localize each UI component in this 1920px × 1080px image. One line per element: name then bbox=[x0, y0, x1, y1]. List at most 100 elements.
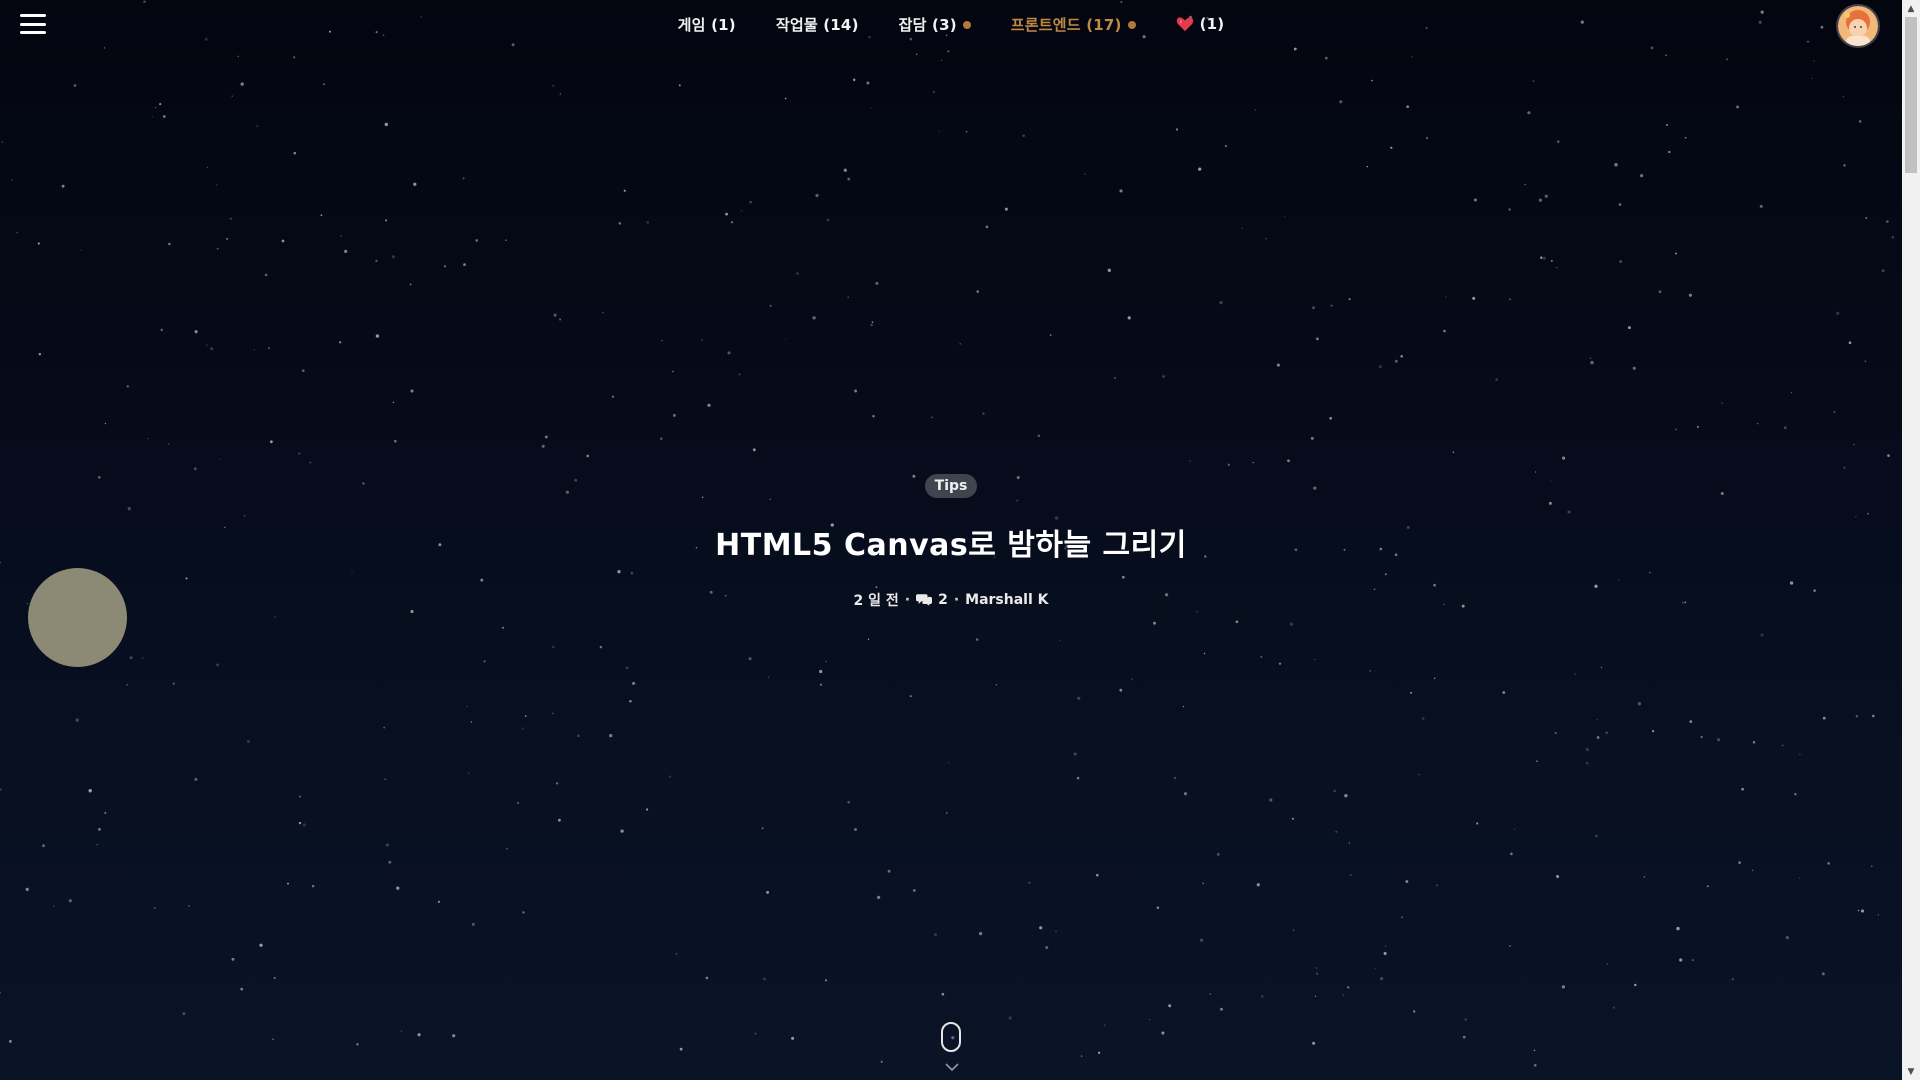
star bbox=[1813, 60, 1815, 62]
star bbox=[521, 727, 524, 730]
star bbox=[1161, 1031, 1165, 1035]
category-tag[interactable]: Tips bbox=[924, 474, 978, 498]
chevron-down-icon[interactable] bbox=[944, 1062, 960, 1072]
star bbox=[1509, 945, 1511, 947]
star bbox=[727, 351, 731, 355]
star bbox=[215, 184, 218, 186]
star bbox=[1235, 620, 1239, 624]
star bbox=[1574, 673, 1576, 675]
star bbox=[462, 177, 465, 180]
star bbox=[1618, 203, 1622, 206]
star bbox=[1675, 428, 1678, 431]
comment-icon bbox=[916, 594, 933, 606]
star bbox=[385, 219, 388, 222]
star bbox=[1073, 752, 1077, 756]
star bbox=[1220, 1007, 1223, 1011]
star bbox=[1752, 740, 1756, 744]
star bbox=[1256, 883, 1260, 887]
star bbox=[172, 682, 175, 685]
star bbox=[1411, 56, 1413, 58]
star bbox=[946, 812, 948, 814]
star bbox=[1369, 670, 1372, 672]
nav-item-chat[interactable]: 잡담 (3) bbox=[899, 14, 971, 35]
star bbox=[769, 304, 772, 307]
star bbox=[866, 81, 870, 85]
star bbox=[1452, 451, 1455, 454]
star bbox=[302, 823, 306, 827]
star bbox=[1794, 792, 1797, 796]
star bbox=[1219, 300, 1223, 305]
star bbox=[1008, 1016, 1012, 1020]
star bbox=[1384, 945, 1387, 947]
star bbox=[384, 778, 387, 781]
star bbox=[660, 437, 663, 440]
star bbox=[96, 843, 98, 846]
star bbox=[299, 795, 301, 798]
star bbox=[623, 189, 626, 192]
star bbox=[1476, 822, 1479, 825]
star bbox=[1421, 717, 1425, 720]
star bbox=[253, 349, 255, 351]
star bbox=[1114, 376, 1116, 379]
star bbox=[392, 401, 395, 404]
star bbox=[843, 168, 847, 172]
star bbox=[1119, 688, 1123, 692]
star bbox=[1495, 378, 1498, 381]
star bbox=[1865, 217, 1868, 219]
star bbox=[410, 389, 414, 393]
star bbox=[240, 987, 244, 991]
nav-item-label: (1) bbox=[1199, 15, 1225, 33]
star bbox=[629, 699, 632, 703]
star bbox=[229, 217, 232, 220]
scrollbar-thumb[interactable] bbox=[1905, 17, 1917, 173]
star bbox=[1700, 735, 1703, 739]
star bbox=[909, 695, 912, 697]
star bbox=[522, 911, 525, 914]
star bbox=[1037, 434, 1041, 437]
nav-item-frontend[interactable]: 프론트엔드 (17) bbox=[1011, 14, 1136, 35]
star bbox=[168, 242, 171, 246]
star bbox=[854, 828, 857, 831]
star bbox=[1433, 677, 1436, 680]
comment-count[interactable]: 2 bbox=[938, 592, 948, 608]
star bbox=[611, 395, 615, 398]
scroll-down-arrow-icon[interactable]: ▼ bbox=[1902, 1063, 1920, 1080]
star bbox=[979, 932, 983, 936]
star bbox=[1857, 909, 1860, 912]
star bbox=[216, 247, 219, 250]
star bbox=[1254, 109, 1257, 111]
star bbox=[267, 347, 271, 350]
star bbox=[37, 242, 40, 245]
star bbox=[1313, 658, 1316, 661]
star bbox=[256, 125, 259, 128]
star bbox=[541, 444, 545, 448]
star bbox=[320, 214, 323, 217]
star bbox=[985, 225, 989, 229]
star bbox=[1401, 916, 1404, 919]
star bbox=[1544, 194, 1548, 198]
post-author[interactable]: Marshall K bbox=[965, 592, 1048, 608]
star bbox=[620, 829, 624, 833]
star bbox=[847, 296, 849, 298]
star bbox=[1843, 164, 1846, 167]
nav-item-favorites[interactable]: (1) bbox=[1176, 15, 1225, 33]
star bbox=[246, 739, 250, 744]
nav-item-game[interactable]: 게임 (1) bbox=[678, 14, 736, 35]
star bbox=[672, 413, 676, 417]
star bbox=[887, 869, 891, 873]
star bbox=[264, 273, 268, 277]
star bbox=[1316, 337, 1319, 341]
star bbox=[1344, 794, 1348, 798]
star bbox=[1261, 995, 1264, 998]
vertical-scrollbar[interactable]: ▲ ▼ bbox=[1902, 0, 1920, 1080]
user-avatar[interactable] bbox=[1838, 6, 1878, 46]
mouse-scroll-icon[interactable] bbox=[941, 1022, 961, 1052]
star bbox=[1860, 909, 1865, 913]
star bbox=[975, 638, 979, 641]
star bbox=[1156, 906, 1160, 910]
scroll-up-arrow-icon[interactable]: ▲ bbox=[1902, 0, 1920, 17]
star bbox=[272, 1038, 274, 1040]
star bbox=[730, 221, 734, 224]
star bbox=[1561, 985, 1565, 989]
nav-item-works[interactable]: 작업물 (14) bbox=[776, 14, 859, 35]
